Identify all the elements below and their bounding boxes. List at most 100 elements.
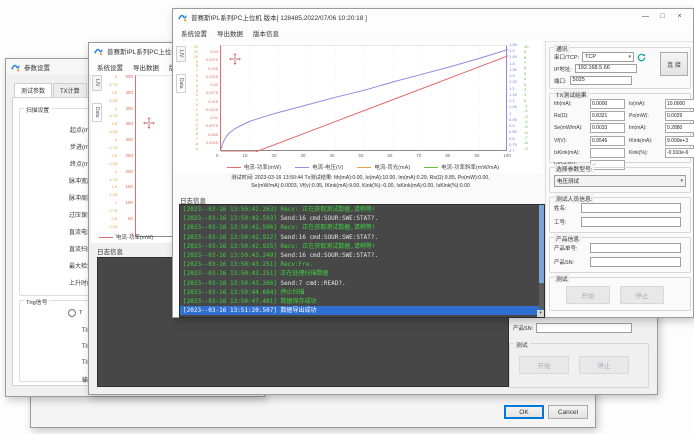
axis-tick: 70 <box>416 153 421 158</box>
log-line[interactable]: [2023--03-16 13:50:43.251] 正在处理扫描数据 <box>180 269 544 278</box>
log-line[interactable]: [2023--03-16 13:50:43.266] Send:7 cmd::R… <box>180 279 544 288</box>
axis-tick: 100 <box>503 153 511 158</box>
front-menubar: 系统设置 导出数据 版本信息 <box>173 25 693 42</box>
middle-stop-button[interactable]: 停止 <box>579 356 629 374</box>
log-scrollbar-thumb[interactable] <box>539 205 544 283</box>
log-scrollbar[interactable] <box>539 205 544 309</box>
axis-tick: 150 <box>119 185 133 190</box>
axis-tick: 1.55 <box>509 43 523 47</box>
name-input[interactable] <box>581 203 681 213</box>
ip-input[interactable]: 192.168.5.66 <box>575 64 637 73</box>
tx-result-label: Rs(Ω): <box>554 113 590 119</box>
tab-test-params[interactable]: 测试参数 <box>14 83 52 97</box>
log-line[interactable]: [2023--03-16 13:50:42.263] Recv: 正在获取测试数… <box>180 205 544 214</box>
product-group: 产品信息 产品单号: 产品SN: <box>549 237 691 273</box>
axis-tick: 1.45 <box>509 55 523 59</box>
log-line[interactable]: [2023--03-16 13:50:43.249] Send:16 cmd:S… <box>180 251 544 260</box>
log-line[interactable]: [2023--03-16 13:50:42.922] Send:16 cmd:S… <box>180 233 544 242</box>
axis-tick: 10 <box>242 153 247 158</box>
ok-button[interactable]: OK <box>504 405 544 419</box>
param-dialog-title: 参数设置 <box>24 62 50 72</box>
tx-result-value[interactable]: 10.0000 <box>665 99 694 109</box>
minimize-button[interactable]: — <box>637 11 654 23</box>
scan-field-row: 直流电流( <box>20 223 95 240</box>
tx-result-value[interactable]: 0.2880 <box>665 123 694 133</box>
axis-tick: -9 <box>186 147 198 151</box>
employee-id-input[interactable] <box>581 217 681 227</box>
log-line[interactable]: [2023--03-16 13:50:42.593] Send:16 cmd:S… <box>180 214 544 223</box>
trig-radio[interactable] <box>68 309 76 317</box>
start-button[interactable]: 开始 <box>566 286 610 304</box>
log-line[interactable]: [2023--03-16 13:50:42.596] Recv: 正在获取测试数… <box>180 223 544 232</box>
middle-tab-liv[interactable]: LIV <box>92 75 102 91</box>
maximize-button[interactable]: □ <box>654 11 671 23</box>
tx-result-value[interactable] <box>590 148 625 158</box>
menu-export-data[interactable]: 导出数据 <box>217 28 243 38</box>
tx-result-value[interactable]: 0.0033 <box>590 123 625 133</box>
cancel-button[interactable]: Cancel <box>548 405 588 419</box>
middle-tab-data[interactable]: Data <box>92 103 102 122</box>
port-type-value: TCP <box>585 54 596 60</box>
menu-version-info[interactable]: 版本信息 <box>253 28 279 38</box>
product-order-input[interactable] <box>590 243 681 253</box>
product-sn-input[interactable] <box>536 323 632 333</box>
chevron-down-icon: ▾ <box>680 178 683 184</box>
tx-result-value[interactable]: 0.0000 <box>590 99 625 109</box>
model-combo[interactable]: 电压测试 ▾ <box>554 175 686 187</box>
tx-result-label: IsKink(mA): <box>554 150 590 156</box>
port-type-combo[interactable]: TCP ▾ <box>582 52 634 62</box>
axis-tick: 450 <box>119 91 133 96</box>
product-sn-input[interactable] <box>590 257 681 267</box>
front-plot[interactable] <box>220 45 507 151</box>
axis-tick: 1.75 <box>103 178 117 182</box>
log-message: 数据保存成功 <box>281 298 317 305</box>
crosshair-icon[interactable] <box>143 117 155 129</box>
log-line[interactable]: [2023--03-16 13:50:43.251] Recv:Fre. <box>180 260 544 269</box>
refresh-icon[interactable] <box>637 53 646 62</box>
comm-group: 通讯 串口/TCP: TCP ▾ 连 接 IP地址: 192.168.5.66 <box>549 47 691 89</box>
tx-result-label: Kink(%): <box>629 150 665 156</box>
tx-result-value[interactable]: 0.9546 <box>590 136 625 146</box>
axis-tick: 0.0225 <box>200 75 218 79</box>
log-line[interactable]: [2023--03-16 13:50:42.925] Recv: 正在获取测试数… <box>180 242 544 251</box>
port-label: 端口: <box>554 77 567 85</box>
close-button[interactable]: × <box>671 11 688 23</box>
axis-tick: 50 <box>358 153 363 158</box>
axis-tick: 80 <box>445 153 450 158</box>
tx-results-label: TX测试结果 <box>554 90 589 99</box>
axis-tick: 2.5 <box>103 154 117 158</box>
log-line[interactable]: [2023--03-16 13:50:47.401] 数据保存成功 <box>180 297 544 306</box>
front-titlebar: 普赛斯IPL系列PC上位机 版本[ 128485,2022/07/06 10:2… <box>173 9 693 25</box>
tab-tx-calc[interactable]: TX计算 <box>53 83 87 97</box>
log-line[interactable]: [2023--03-16 13:51:20.507] 数据导出成功 <box>180 306 544 315</box>
stop-button[interactable]: 停止 <box>620 286 664 304</box>
port-input[interactable]: 5025 <box>570 76 632 85</box>
axis-tick: 4 <box>524 77 535 81</box>
log-message: Recv: 正在获取测试数据,请稍等! <box>281 243 376 250</box>
middle-start-button[interactable]: 开始 <box>519 356 569 374</box>
menu-system-settings[interactable]: 系统设置 <box>181 28 207 38</box>
tx-result-label: IKink(mA): <box>629 138 665 144</box>
crosshair-icon[interactable] <box>229 53 241 65</box>
log-scroll-down-arrow[interactable]: ▾ <box>537 310 544 317</box>
axis-tick: 1 <box>524 93 535 97</box>
middle-test-group: 测试 开始 停止 <box>509 343 649 388</box>
front-log-terminal[interactable]: [2023--03-16 13:50:42.263] Recv: 正在获取测试数… <box>179 204 545 318</box>
axis-tick: 250 <box>119 154 133 159</box>
axis-tick: 0.75 <box>509 143 523 147</box>
front-tab-liv[interactable]: LIV <box>176 46 186 62</box>
tx-result-value[interactable]: 9.000e+3 <box>665 136 694 146</box>
tx-result-value[interactable]: 0.8321 <box>590 111 625 121</box>
axis-tick: 0.01 <box>200 116 218 120</box>
legend-color-dash <box>357 167 371 168</box>
connect-button[interactable]: 连 接 <box>660 52 688 76</box>
tx-result-label: Im(mA): <box>629 125 665 131</box>
log-line[interactable]: [2023--03-16 13:50:44.684] 停止扫描 <box>180 288 544 297</box>
scan-fields: 起点(mA)步进(mA)终点(mA)脉冲宽度(脉冲周期(过压保护(直流电流(直流… <box>20 121 95 291</box>
front-tab-data[interactable]: Data <box>176 74 186 93</box>
tx-result-row: Se(mW/mA):0.0033Im(mA):0.2880 <box>554 123 690 133</box>
axis-tick: 1.15 <box>509 93 523 97</box>
tx-result-value[interactable]: -0.910e-6 <box>665 148 694 158</box>
tx-result-value[interactable]: 0.0029 <box>665 111 694 121</box>
log-timestamp: [2023--03-16 13:50:42.922] <box>183 234 281 241</box>
